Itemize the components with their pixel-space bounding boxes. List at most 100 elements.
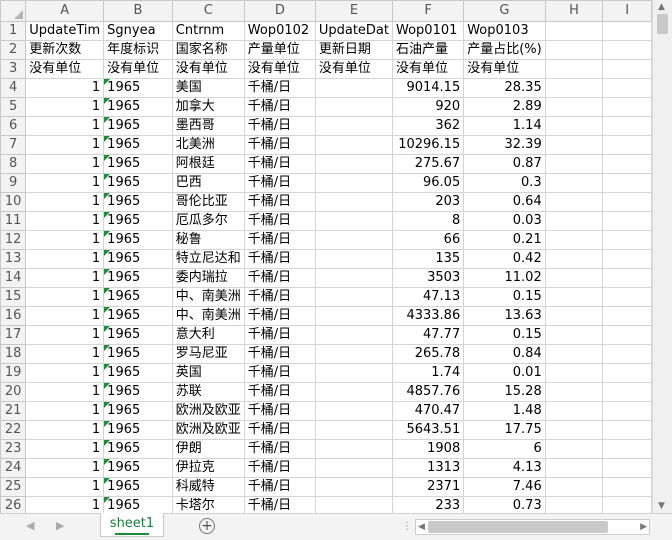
column-header-f[interactable]: F bbox=[391, 0, 465, 22]
cell[interactable] bbox=[544, 363, 604, 383]
cell[interactable]: 1965 bbox=[103, 135, 173, 155]
row-header[interactable]: 10 bbox=[0, 192, 27, 212]
cell[interactable]: 卡塔尔 bbox=[171, 496, 245, 513]
cell[interactable] bbox=[544, 496, 604, 513]
cell[interactable]: 1965 bbox=[103, 116, 173, 136]
cell[interactable]: 科威特 bbox=[171, 477, 245, 497]
cell[interactable]: 1 bbox=[25, 192, 105, 212]
cell[interactable]: 1 bbox=[25, 287, 105, 307]
cell[interactable]: 千桶/日 bbox=[243, 287, 316, 307]
cell[interactable]: 1 bbox=[25, 439, 105, 459]
cell[interactable] bbox=[314, 477, 394, 497]
cell[interactable] bbox=[314, 268, 394, 288]
cell[interactable] bbox=[314, 401, 394, 421]
cell[interactable]: 1908 bbox=[391, 439, 465, 459]
cell[interactable] bbox=[602, 287, 652, 307]
cell[interactable]: 0.01 bbox=[463, 363, 546, 383]
cell[interactable] bbox=[544, 420, 604, 440]
column-header-d[interactable]: D bbox=[243, 0, 316, 22]
cell[interactable]: 千桶/日 bbox=[243, 78, 316, 98]
tab-sheet1[interactable]: sheet1 bbox=[100, 513, 164, 537]
cell[interactable] bbox=[544, 59, 604, 79]
row-header[interactable]: 4 bbox=[0, 78, 27, 98]
row-header[interactable]: 15 bbox=[0, 287, 27, 307]
cell[interactable] bbox=[602, 249, 652, 269]
row-header[interactable]: 17 bbox=[0, 325, 27, 345]
cell[interactable]: 0.15 bbox=[463, 287, 546, 307]
cell[interactable]: 伊朗 bbox=[171, 439, 245, 459]
cell[interactable]: 275.67 bbox=[391, 154, 465, 174]
cell[interactable]: 0.42 bbox=[463, 249, 546, 269]
cell[interactable]: 1 bbox=[25, 154, 105, 174]
cell[interactable] bbox=[314, 363, 394, 383]
prev-sheet-icon[interactable]: ◀ bbox=[26, 519, 34, 532]
cell[interactable]: 没有单位 bbox=[103, 59, 173, 79]
cell[interactable] bbox=[314, 211, 394, 231]
cell[interactable] bbox=[602, 135, 652, 155]
cell[interactable]: 1965 bbox=[103, 496, 173, 513]
cell[interactable]: 9014.15 bbox=[391, 78, 465, 98]
cell[interactable]: 1 bbox=[25, 458, 105, 478]
cell[interactable]: 0.21 bbox=[463, 230, 546, 250]
cell[interactable]: 362 bbox=[391, 116, 465, 136]
tab-splitter-icon[interactable]: ⋮ bbox=[402, 521, 412, 532]
cell[interactable]: 千桶/日 bbox=[243, 363, 316, 383]
add-sheet-icon[interactable]: + bbox=[199, 518, 215, 534]
cell[interactable]: Sgnyea bbox=[103, 21, 173, 41]
cell[interactable] bbox=[314, 173, 394, 193]
cell[interactable]: 1 bbox=[25, 211, 105, 231]
cell[interactable]: 千桶/日 bbox=[243, 401, 316, 421]
cell[interactable] bbox=[544, 211, 604, 231]
cell[interactable]: 千桶/日 bbox=[243, 420, 316, 440]
cell[interactable]: 千桶/日 bbox=[243, 477, 316, 497]
cell[interactable]: 没有单位 bbox=[243, 59, 316, 79]
cell[interactable]: 阿根廷 bbox=[171, 154, 245, 174]
cell[interactable]: 1965 bbox=[103, 249, 173, 269]
cell[interactable] bbox=[544, 78, 604, 98]
column-header-h[interactable]: H bbox=[544, 0, 604, 22]
cell[interactable]: 墨西哥 bbox=[171, 116, 245, 136]
cell[interactable] bbox=[544, 154, 604, 174]
cell[interactable]: 千桶/日 bbox=[243, 135, 316, 155]
cell[interactable]: 1 bbox=[25, 116, 105, 136]
cell[interactable]: 470.47 bbox=[391, 401, 465, 421]
cell[interactable] bbox=[314, 306, 394, 326]
row-header[interactable]: 7 bbox=[0, 135, 27, 155]
cell[interactable]: 千桶/日 bbox=[243, 496, 316, 513]
column-header-i[interactable]: I bbox=[602, 0, 652, 22]
cell[interactable]: 国家名称 bbox=[171, 40, 245, 60]
cell[interactable] bbox=[544, 287, 604, 307]
scroll-right-icon[interactable]: ▶ bbox=[640, 520, 647, 534]
cell[interactable]: 96.05 bbox=[391, 173, 465, 193]
cell[interactable] bbox=[544, 477, 604, 497]
cell[interactable]: 47.77 bbox=[391, 325, 465, 345]
cell[interactable]: 1.14 bbox=[463, 116, 546, 136]
cell[interactable]: 265.78 bbox=[391, 344, 465, 364]
cell[interactable]: 千桶/日 bbox=[243, 344, 316, 364]
row-header[interactable]: 19 bbox=[0, 363, 27, 383]
cell[interactable] bbox=[544, 249, 604, 269]
cell[interactable]: 0.87 bbox=[463, 154, 546, 174]
cell[interactable]: 5643.51 bbox=[391, 420, 465, 440]
cell[interactable]: 1965 bbox=[103, 287, 173, 307]
row-header[interactable]: 2 bbox=[0, 40, 27, 60]
cell[interactable] bbox=[544, 116, 604, 136]
cell[interactable]: 哥伦比亚 bbox=[171, 192, 245, 212]
cell[interactable]: 千桶/日 bbox=[243, 116, 316, 136]
cell[interactable] bbox=[602, 344, 652, 364]
cell[interactable]: 17.75 bbox=[463, 420, 546, 440]
cell[interactable] bbox=[602, 458, 652, 478]
cell[interactable]: 32.39 bbox=[463, 135, 546, 155]
row-header[interactable]: 8 bbox=[0, 154, 27, 174]
cell[interactable]: Wop0101 bbox=[391, 21, 465, 41]
cell[interactable] bbox=[314, 135, 394, 155]
cell[interactable]: 1 bbox=[25, 78, 105, 98]
cell[interactable] bbox=[314, 287, 394, 307]
cell[interactable]: 千桶/日 bbox=[243, 97, 316, 117]
column-header-a[interactable]: A bbox=[25, 0, 105, 22]
cell[interactable] bbox=[314, 344, 394, 364]
cell[interactable] bbox=[544, 325, 604, 345]
cell[interactable]: 1 bbox=[25, 230, 105, 250]
row-header[interactable]: 21 bbox=[0, 401, 27, 421]
cell[interactable]: 6 bbox=[463, 439, 546, 459]
